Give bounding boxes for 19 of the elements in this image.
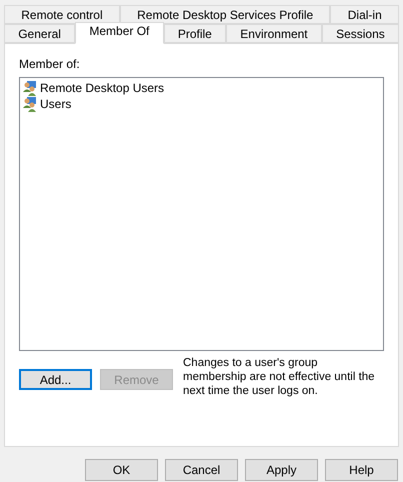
tab[interactable]: Sessions [322, 24, 399, 43]
tab[interactable]: Dial-in [330, 5, 400, 24]
tab[interactable]: Profile [164, 24, 226, 43]
dialog-button[interactable]: Help [325, 459, 398, 481]
user-group-icon [22, 80, 38, 96]
tab[interactable]: Environment [226, 24, 322, 43]
membership-note: Changes to a user's group membership are not effective until the next time the user logs on. [183, 356, 376, 398]
tab[interactable]: Member Of [75, 22, 164, 44]
dialog-button[interactable]: Apply [245, 459, 318, 481]
tab[interactable]: Remote control [4, 5, 120, 24]
member-of-label: Member of: [19, 56, 81, 73]
tab[interactable]: General [4, 24, 76, 43]
list-item[interactable]: Remote Desktop Users [40, 79, 164, 97]
list-item[interactable]: Users [40, 95, 72, 113]
action-button[interactable]: Add... [19, 369, 92, 390]
dialog-button[interactable]: Cancel [165, 459, 238, 481]
tab[interactable]: Remote Desktop Services Profile [120, 5, 330, 24]
user-group-icon [22, 96, 38, 112]
dialog-button[interactable]: OK [85, 459, 158, 481]
